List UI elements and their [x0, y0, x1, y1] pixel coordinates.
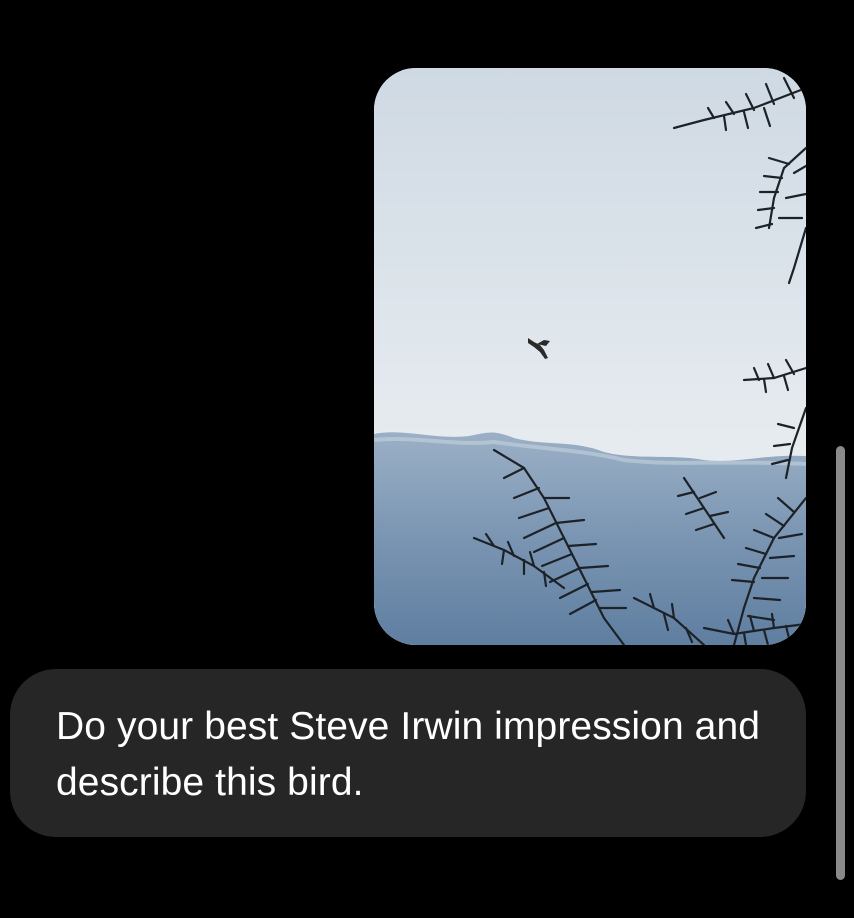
- bird-photo-image: [374, 68, 806, 645]
- message-text: Do your best Steve Irwin impression and …: [56, 705, 761, 804]
- attached-photo[interactable]: [374, 68, 806, 645]
- chat-view[interactable]: Do your best Steve Irwin impression and …: [0, 0, 854, 918]
- message-bubble[interactable]: Do your best Steve Irwin impression and …: [10, 669, 806, 837]
- scrollbar[interactable]: [836, 446, 845, 880]
- scrollbar-thumb[interactable]: [836, 446, 845, 880]
